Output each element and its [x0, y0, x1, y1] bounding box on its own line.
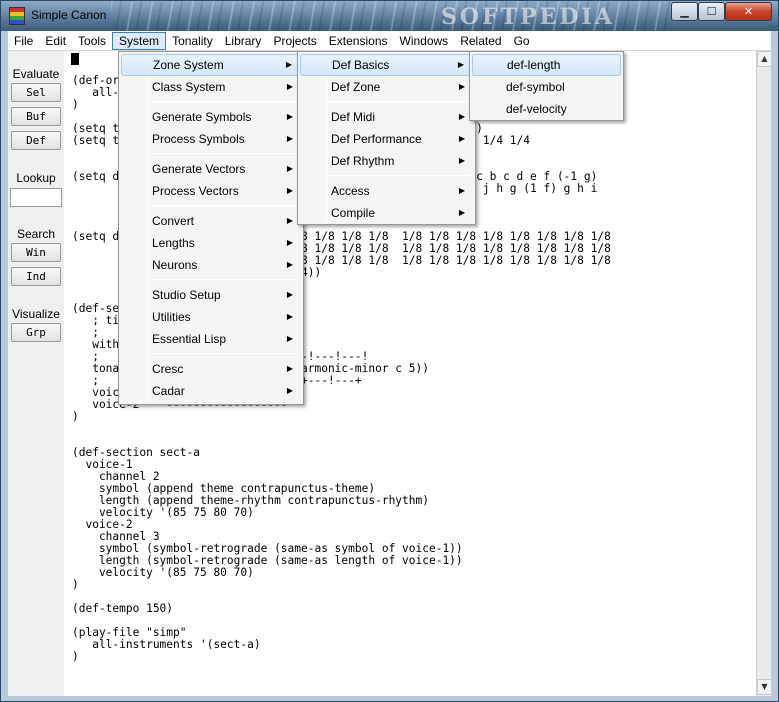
menu-projects[interactable]: Projects — [267, 32, 322, 50]
menu-item-neurons[interactable]: Neurons ▶ — [121, 254, 301, 276]
minimize-icon: ▁ — [680, 5, 689, 18]
menu-item-process-symbols[interactable]: Process Symbols ▶ — [121, 128, 301, 150]
close-icon: ✕ — [743, 5, 754, 18]
submenu-arrow-icon: ▶ — [286, 386, 293, 395]
maximize-icon: ☐ — [706, 5, 717, 18]
menu-item-def-velocity[interactable]: def-velocity — [472, 98, 621, 120]
submenu-arrow-icon: ▶ — [286, 364, 293, 373]
submenu-arrow-icon: ▶ — [286, 290, 293, 299]
submenu-arrow-icon: ▶ — [458, 208, 465, 217]
title-bar[interactable]: Simple Canon SOFTPEDIA ▁ ☐ ✕ — [1, 1, 778, 31]
menu-item-convert[interactable]: Convert ▶ — [121, 210, 301, 232]
evaluate-label: Evaluate — [12, 67, 60, 81]
menu-file[interactable]: File — [8, 32, 39, 50]
menu-item-essential-lisp[interactable]: Essential Lisp ▶ — [121, 328, 301, 350]
tool-panel: Evaluate Sel Buf Def Lookup Search Win I… — [8, 51, 64, 696]
menu-item-def-basics[interactable]: Def Basics ▶ — [300, 54, 473, 76]
search-label: Search — [16, 227, 56, 241]
zone-system-submenu: Def Basics ▶ Def Zone ▶ Def Midi ▶ Def Perf… — [297, 51, 476, 225]
ind-button[interactable]: Ind — [11, 267, 61, 286]
submenu-arrow-icon: ▶ — [285, 60, 292, 69]
lookup-label: Lookup — [16, 171, 56, 185]
menu-separator — [149, 101, 299, 102]
sel-button[interactable]: Sel — [11, 83, 61, 102]
submenu-arrow-icon: ▶ — [286, 260, 293, 269]
menu-item-generate-symbols[interactable]: Generate Symbols ▶ — [121, 106, 301, 128]
submenu-arrow-icon: ▶ — [286, 334, 293, 343]
maximize-button[interactable]: ☐ — [698, 2, 725, 21]
def-basics-submenu: def-length def-symbol def-velocity — [469, 51, 624, 121]
menu-item-process-vectors[interactable]: Process Vectors ▶ — [121, 180, 301, 202]
submenu-arrow-icon: ▶ — [458, 134, 465, 143]
scroll-down-button[interactable]: ▼ — [757, 679, 772, 695]
menu-go[interactable]: Go — [508, 32, 536, 50]
menu-item-class-system[interactable]: Class System ▶ — [121, 76, 301, 98]
grp-button[interactable]: Grp — [11, 323, 61, 342]
win-button[interactable]: Win — [11, 243, 61, 262]
scroll-up-icon: ▲ — [761, 54, 768, 63]
scroll-up-button[interactable]: ▲ — [757, 51, 772, 67]
menu-bar: File Edit Tools System Tonality Library … — [8, 31, 771, 51]
submenu-arrow-icon: ▶ — [286, 186, 293, 195]
app-icon — [9, 7, 25, 25]
submenu-arrow-icon: ▶ — [286, 82, 293, 91]
scroll-down-icon: ▼ — [761, 682, 768, 691]
menu-item-def-rhythm[interactable]: Def Rhythm ▶ — [300, 150, 473, 172]
menu-item-studio-setup[interactable]: Studio Setup ▶ — [121, 284, 301, 306]
menu-system[interactable]: System — [112, 31, 167, 50]
menu-item-access[interactable]: Access ▶ — [300, 180, 473, 202]
submenu-arrow-icon: ▶ — [286, 312, 293, 321]
menu-separator — [149, 353, 299, 354]
menu-item-def-midi[interactable]: Def Midi ▶ — [300, 106, 473, 128]
buf-button[interactable]: Buf — [11, 107, 61, 126]
menu-item-def-symbol[interactable]: def-symbol — [472, 76, 621, 98]
menu-extensions[interactable]: Extensions — [323, 32, 394, 50]
submenu-arrow-icon: ▶ — [286, 134, 293, 143]
def-button[interactable]: Def — [11, 131, 61, 150]
menu-item-cresc[interactable]: Cresc ▶ — [121, 358, 301, 380]
menu-separator — [149, 279, 299, 280]
menu-item-cadar[interactable]: Cadar ▶ — [121, 380, 301, 402]
submenu-arrow-icon: ▶ — [286, 238, 293, 247]
menu-edit[interactable]: Edit — [39, 32, 72, 50]
visualize-label: Visualize — [12, 307, 60, 321]
submenu-arrow-icon: ▶ — [458, 82, 465, 91]
menu-item-zone-system[interactable]: Zone System ▶ — [121, 54, 301, 76]
menu-related[interactable]: Related — [454, 32, 507, 50]
system-menu: Zone System ▶ Class System ▶ Generate Symb… — [118, 51, 304, 405]
submenu-arrow-icon: ▶ — [458, 112, 465, 121]
window-title: Simple Canon — [31, 8, 107, 22]
menu-separator — [149, 153, 299, 154]
menu-item-def-zone[interactable]: Def Zone ▶ — [300, 76, 473, 98]
menu-windows[interactable]: Windows — [394, 32, 455, 50]
close-button[interactable]: ✕ — [725, 2, 772, 21]
menu-item-lengths[interactable]: Lengths ▶ — [121, 232, 301, 254]
submenu-arrow-icon: ▶ — [458, 156, 465, 165]
menu-library[interactable]: Library — [219, 32, 268, 50]
menu-item-compile[interactable]: Compile ▶ — [300, 202, 473, 224]
title-watermark: SOFTPEDIA — [441, 4, 615, 30]
menu-item-def-length[interactable]: def-length — [472, 54, 621, 76]
lookup-input[interactable] — [10, 188, 62, 207]
menu-item-generate-vectors[interactable]: Generate Vectors ▶ — [121, 158, 301, 180]
menu-tools[interactable]: Tools — [72, 32, 112, 50]
menu-item-utilities[interactable]: Utilities ▶ — [121, 306, 301, 328]
submenu-arrow-icon: ▶ — [286, 112, 293, 121]
submenu-arrow-icon: ▶ — [286, 164, 293, 173]
submenu-arrow-icon: ▶ — [286, 216, 293, 225]
app-window: Simple Canon SOFTPEDIA ▁ ☐ ✕ File Edit T… — [0, 0, 779, 702]
menu-tonality[interactable]: Tonality — [166, 32, 219, 50]
menu-separator — [328, 175, 471, 176]
minimize-button[interactable]: ▁ — [671, 2, 698, 21]
menu-separator — [328, 101, 471, 102]
vertical-scrollbar[interactable]: ▲ ▼ — [756, 51, 772, 696]
submenu-arrow-icon: ▶ — [458, 186, 465, 195]
submenu-arrow-icon: ▶ — [457, 60, 464, 69]
menu-separator — [149, 205, 299, 206]
text-cursor — [71, 53, 79, 65]
menu-item-def-performance[interactable]: Def Performance ▶ — [300, 128, 473, 150]
